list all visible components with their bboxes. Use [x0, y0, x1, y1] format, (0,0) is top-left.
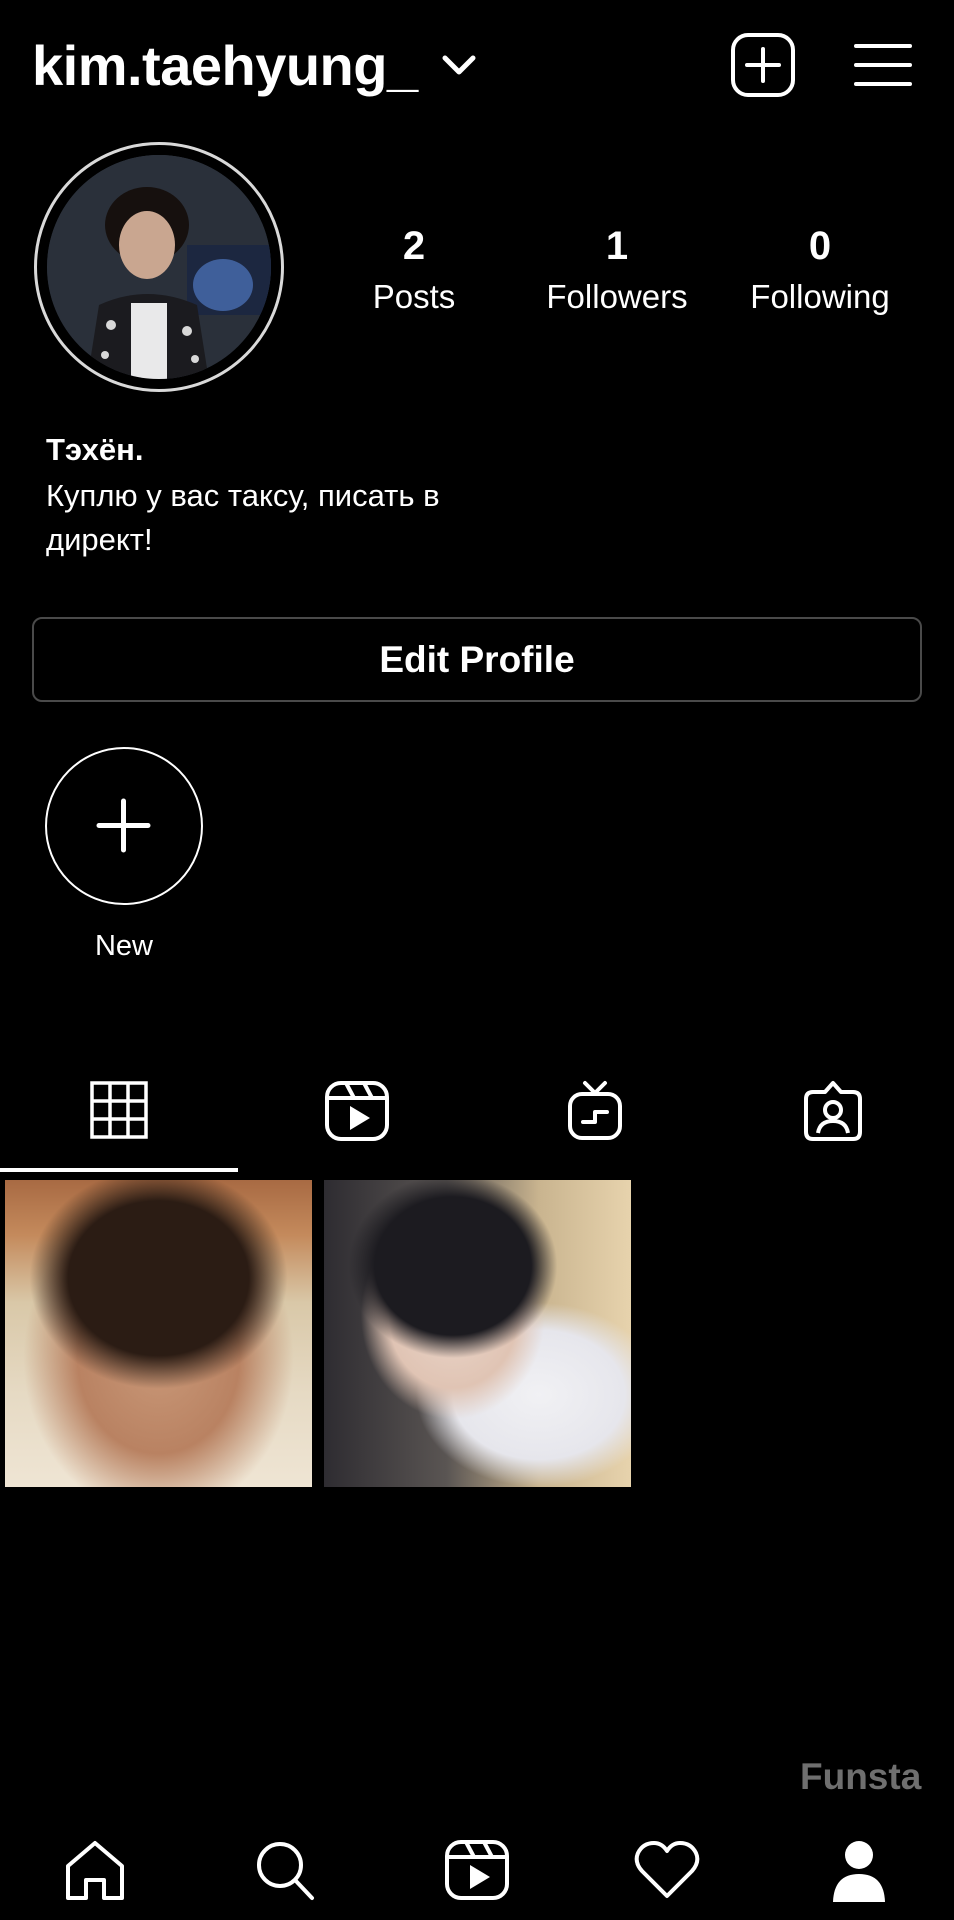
- followers-stat[interactable]: 1 Followers: [517, 220, 717, 320]
- nav-search[interactable]: [250, 1838, 320, 1902]
- active-tab-indicator: [0, 1168, 238, 1172]
- plus-icon: [96, 798, 151, 853]
- bio-line: директ!: [46, 522, 153, 557]
- nav-profile[interactable]: [824, 1838, 894, 1902]
- followers-label: Followers: [546, 278, 688, 315]
- tab-reels[interactable]: [238, 1080, 476, 1141]
- following-label: Following: [750, 278, 890, 315]
- home-icon: [66, 1841, 124, 1900]
- post-photo-1: [5, 1180, 312, 1487]
- igtv-icon: [568, 1081, 622, 1140]
- nav-home[interactable]: [60, 1838, 130, 1902]
- tab-grid[interactable]: [0, 1080, 238, 1140]
- chevron-down-icon[interactable]: [440, 48, 478, 82]
- posts-stat[interactable]: 2 Posts: [314, 220, 514, 320]
- tab-igtv[interactable]: [476, 1080, 714, 1140]
- new-highlight-label: New: [94, 930, 153, 962]
- bio-line: Куплю у вас таксу, писать в: [46, 478, 440, 513]
- posts-label: Posts: [372, 278, 456, 315]
- post-thumbnail[interactable]: [5, 1180, 312, 1487]
- profile-avatar[interactable]: [34, 142, 284, 392]
- profile-photo: [47, 155, 271, 379]
- following-stat[interactable]: 0 Following: [720, 220, 920, 320]
- search-icon: [257, 1842, 314, 1900]
- profile-username[interactable]: kim.taehyung_: [32, 26, 418, 106]
- nav-reels[interactable]: [442, 1838, 512, 1902]
- followers-count: 1: [605, 224, 629, 268]
- plus-square-icon: [731, 33, 795, 97]
- heart-icon: [634, 1841, 700, 1898]
- edit-profile-button[interactable]: Edit Profile: [32, 617, 922, 702]
- menu-button[interactable]: [854, 40, 912, 90]
- tagged-icon: [804, 1081, 862, 1141]
- tab-tagged[interactable]: [714, 1080, 952, 1141]
- post-photo-2: [324, 1180, 631, 1487]
- reels-icon: [325, 1081, 389, 1141]
- new-post-button[interactable]: [730, 32, 796, 98]
- hamburger-menu-icon: [854, 44, 912, 86]
- watermark-text: Funsta: [800, 1756, 922, 1797]
- new-highlight-button[interactable]: [45, 747, 203, 905]
- grid-icon: [90, 1081, 148, 1139]
- bio-name: Тэхён.: [46, 432, 144, 467]
- nav-activity[interactable]: [632, 1838, 702, 1902]
- profile-icon: [833, 1841, 885, 1902]
- following-count: 0: [808, 224, 832, 268]
- bio-text: Куплю у вас таксу, писать в директ!: [46, 474, 546, 562]
- post-thumbnail[interactable]: [324, 1180, 631, 1487]
- reels-icon: [445, 1840, 509, 1900]
- posts-count: 2: [402, 224, 426, 268]
